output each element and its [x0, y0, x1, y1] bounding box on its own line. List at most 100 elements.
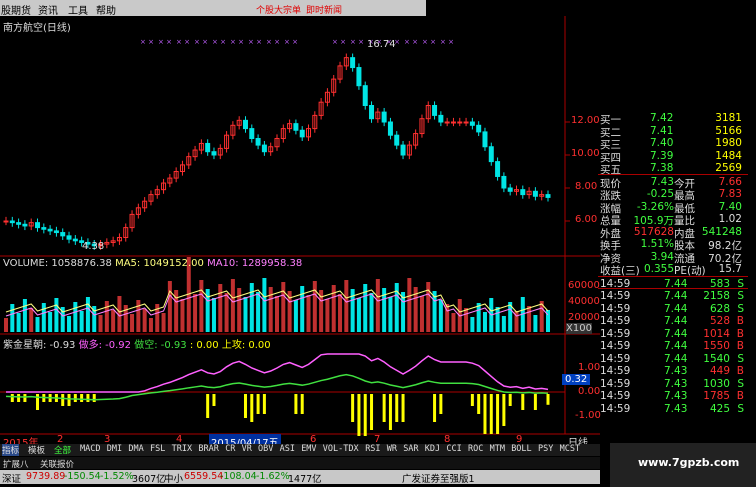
indicator-tab[interactable]: CCI: [446, 444, 461, 454]
duoduo-line: [6, 353, 549, 393]
indicator-bar: [439, 394, 443, 414]
indicator-tab[interactable]: MTM: [490, 444, 505, 454]
volume-bar: [85, 297, 90, 332]
tab-related-quotes[interactable]: 关联报价: [40, 458, 74, 470]
candle-body: [432, 105, 438, 116]
indicator-bar: [489, 394, 493, 434]
indicator-tab[interactable]: VOL-TDX: [323, 444, 359, 454]
indicator-bar: [483, 394, 487, 434]
tick-time: 14:59: [600, 390, 631, 402]
volume-axis-label: 40000: [568, 296, 600, 307]
volume-bar: [470, 317, 475, 332]
indicator-tab[interactable]: ASI: [280, 444, 295, 454]
indicator-tab[interactable]: BOLL: [511, 444, 531, 454]
candle-body: [53, 230, 59, 234]
tick-price: 7.44: [664, 290, 688, 302]
tick-volume: 2158: [703, 290, 730, 302]
indicator-tab[interactable]: PSY: [538, 444, 553, 454]
panel-divider: [598, 288, 748, 289]
candle-body: [381, 111, 387, 123]
indicator-bar: [262, 394, 266, 414]
indicator-bar: [300, 394, 304, 414]
tick-time: 14:59: [600, 365, 631, 377]
candle-body: [400, 144, 406, 156]
indicator-tab[interactable]: RSI: [365, 444, 380, 454]
indicator-tab[interactable]: MCST: [560, 444, 580, 454]
indicator-tab[interactable]: DMI: [107, 444, 122, 454]
indicator-bar: [256, 394, 260, 414]
kline-chart[interactable]: × × × × × × × × × × × × × × × × × × × × × × × × × × ×…: [0, 16, 600, 444]
tick-direction: S: [737, 302, 744, 315]
indicator-bar: [433, 394, 437, 422]
stat-value: 541248: [701, 225, 742, 238]
candle-body: [394, 134, 400, 146]
candle-body: [249, 128, 255, 139]
indicator-tab[interactable]: OBV: [258, 444, 273, 454]
signal-marker: × ×: [404, 38, 418, 46]
stat-value: 7.83: [718, 188, 742, 200]
volume-bar: [256, 292, 261, 332]
indicator-tab[interactable]: SAR: [403, 444, 418, 454]
signal-marker: × ×: [194, 38, 208, 46]
indicator-bar: [382, 394, 386, 422]
indicator-tab[interactable]: KDJ: [425, 444, 440, 454]
candle-body: [293, 123, 299, 131]
stat-value: 517628: [633, 225, 674, 238]
volume-bar: [54, 298, 59, 332]
volume-bar: [148, 318, 153, 332]
tab-extension[interactable]: 扩展八: [3, 458, 29, 470]
volume-bar: [79, 311, 84, 332]
volume-bar: [338, 294, 343, 332]
volume-bar: [10, 304, 15, 332]
indicator-tab[interactable]: VR: [242, 444, 252, 454]
volume-bar: [306, 295, 311, 332]
indicator-tab[interactable]: FSL: [150, 444, 165, 454]
indicator-tab[interactable]: BRAR: [198, 444, 218, 454]
indicator-tab[interactable]: MACD: [80, 444, 100, 454]
index-zx-amount: 1477亿: [288, 474, 322, 485]
candle-body: [211, 151, 217, 156]
stat-value: 3.94: [650, 250, 674, 263]
index-zx-label: 中小: [164, 474, 184, 485]
indicator-tab[interactable]: EMV: [301, 444, 316, 454]
tick-time: 14:59: [600, 377, 631, 390]
tick-time: 14:59: [600, 340, 631, 352]
indicator-tab[interactable]: 全部: [54, 444, 71, 456]
stat-value: -0.25: [646, 188, 674, 200]
volume-bar: [375, 279, 380, 332]
stat-value: 7.40: [718, 200, 742, 213]
menu-item-tools[interactable]: 工具: [68, 2, 88, 17]
volume-bar: [111, 310, 116, 332]
volume-bar: [312, 281, 317, 332]
volume-bar: [180, 299, 185, 332]
indicator-bar: [502, 394, 506, 426]
volume-bar: [230, 279, 235, 332]
volume-bar: [533, 315, 538, 332]
volume-bar: [29, 308, 34, 332]
candle-body: [261, 144, 267, 153]
volume-unit: X100: [566, 323, 592, 334]
indicator-tab[interactable]: 模板: [28, 444, 45, 456]
volume-bar: [451, 313, 456, 332]
volume-bar: [527, 306, 532, 332]
volume-bar: [438, 300, 443, 332]
menu-item-help[interactable]: 帮助: [96, 2, 116, 17]
volume-bar: [48, 312, 53, 332]
indicator-tab[interactable]: 指标: [2, 444, 20, 456]
indicator-tab[interactable]: TRIX: [172, 444, 192, 454]
candle-body: [532, 190, 538, 197]
candle-body: [356, 67, 362, 87]
volume-bar: [167, 281, 172, 332]
menu-item-news[interactable]: 资讯: [38, 2, 58, 17]
indicator-tab[interactable]: CR: [225, 444, 235, 454]
indicator-tab[interactable]: WR: [387, 444, 397, 454]
indicator-tab[interactable]: ROC: [468, 444, 483, 454]
indicator-bar: [250, 394, 254, 422]
menu-item-stock[interactable]: 股期货: [1, 2, 31, 17]
block-trade-link[interactable]: 个股大宗单: [256, 3, 301, 16]
indicator-tab[interactable]: DMA: [128, 444, 143, 454]
candle-body: [35, 222, 41, 229]
indicator-duoduo: 做多: -0.92: [78, 340, 132, 351]
realtime-news-link[interactable]: 即时新闻: [306, 3, 342, 16]
tick-price: 7.43: [664, 402, 688, 415]
